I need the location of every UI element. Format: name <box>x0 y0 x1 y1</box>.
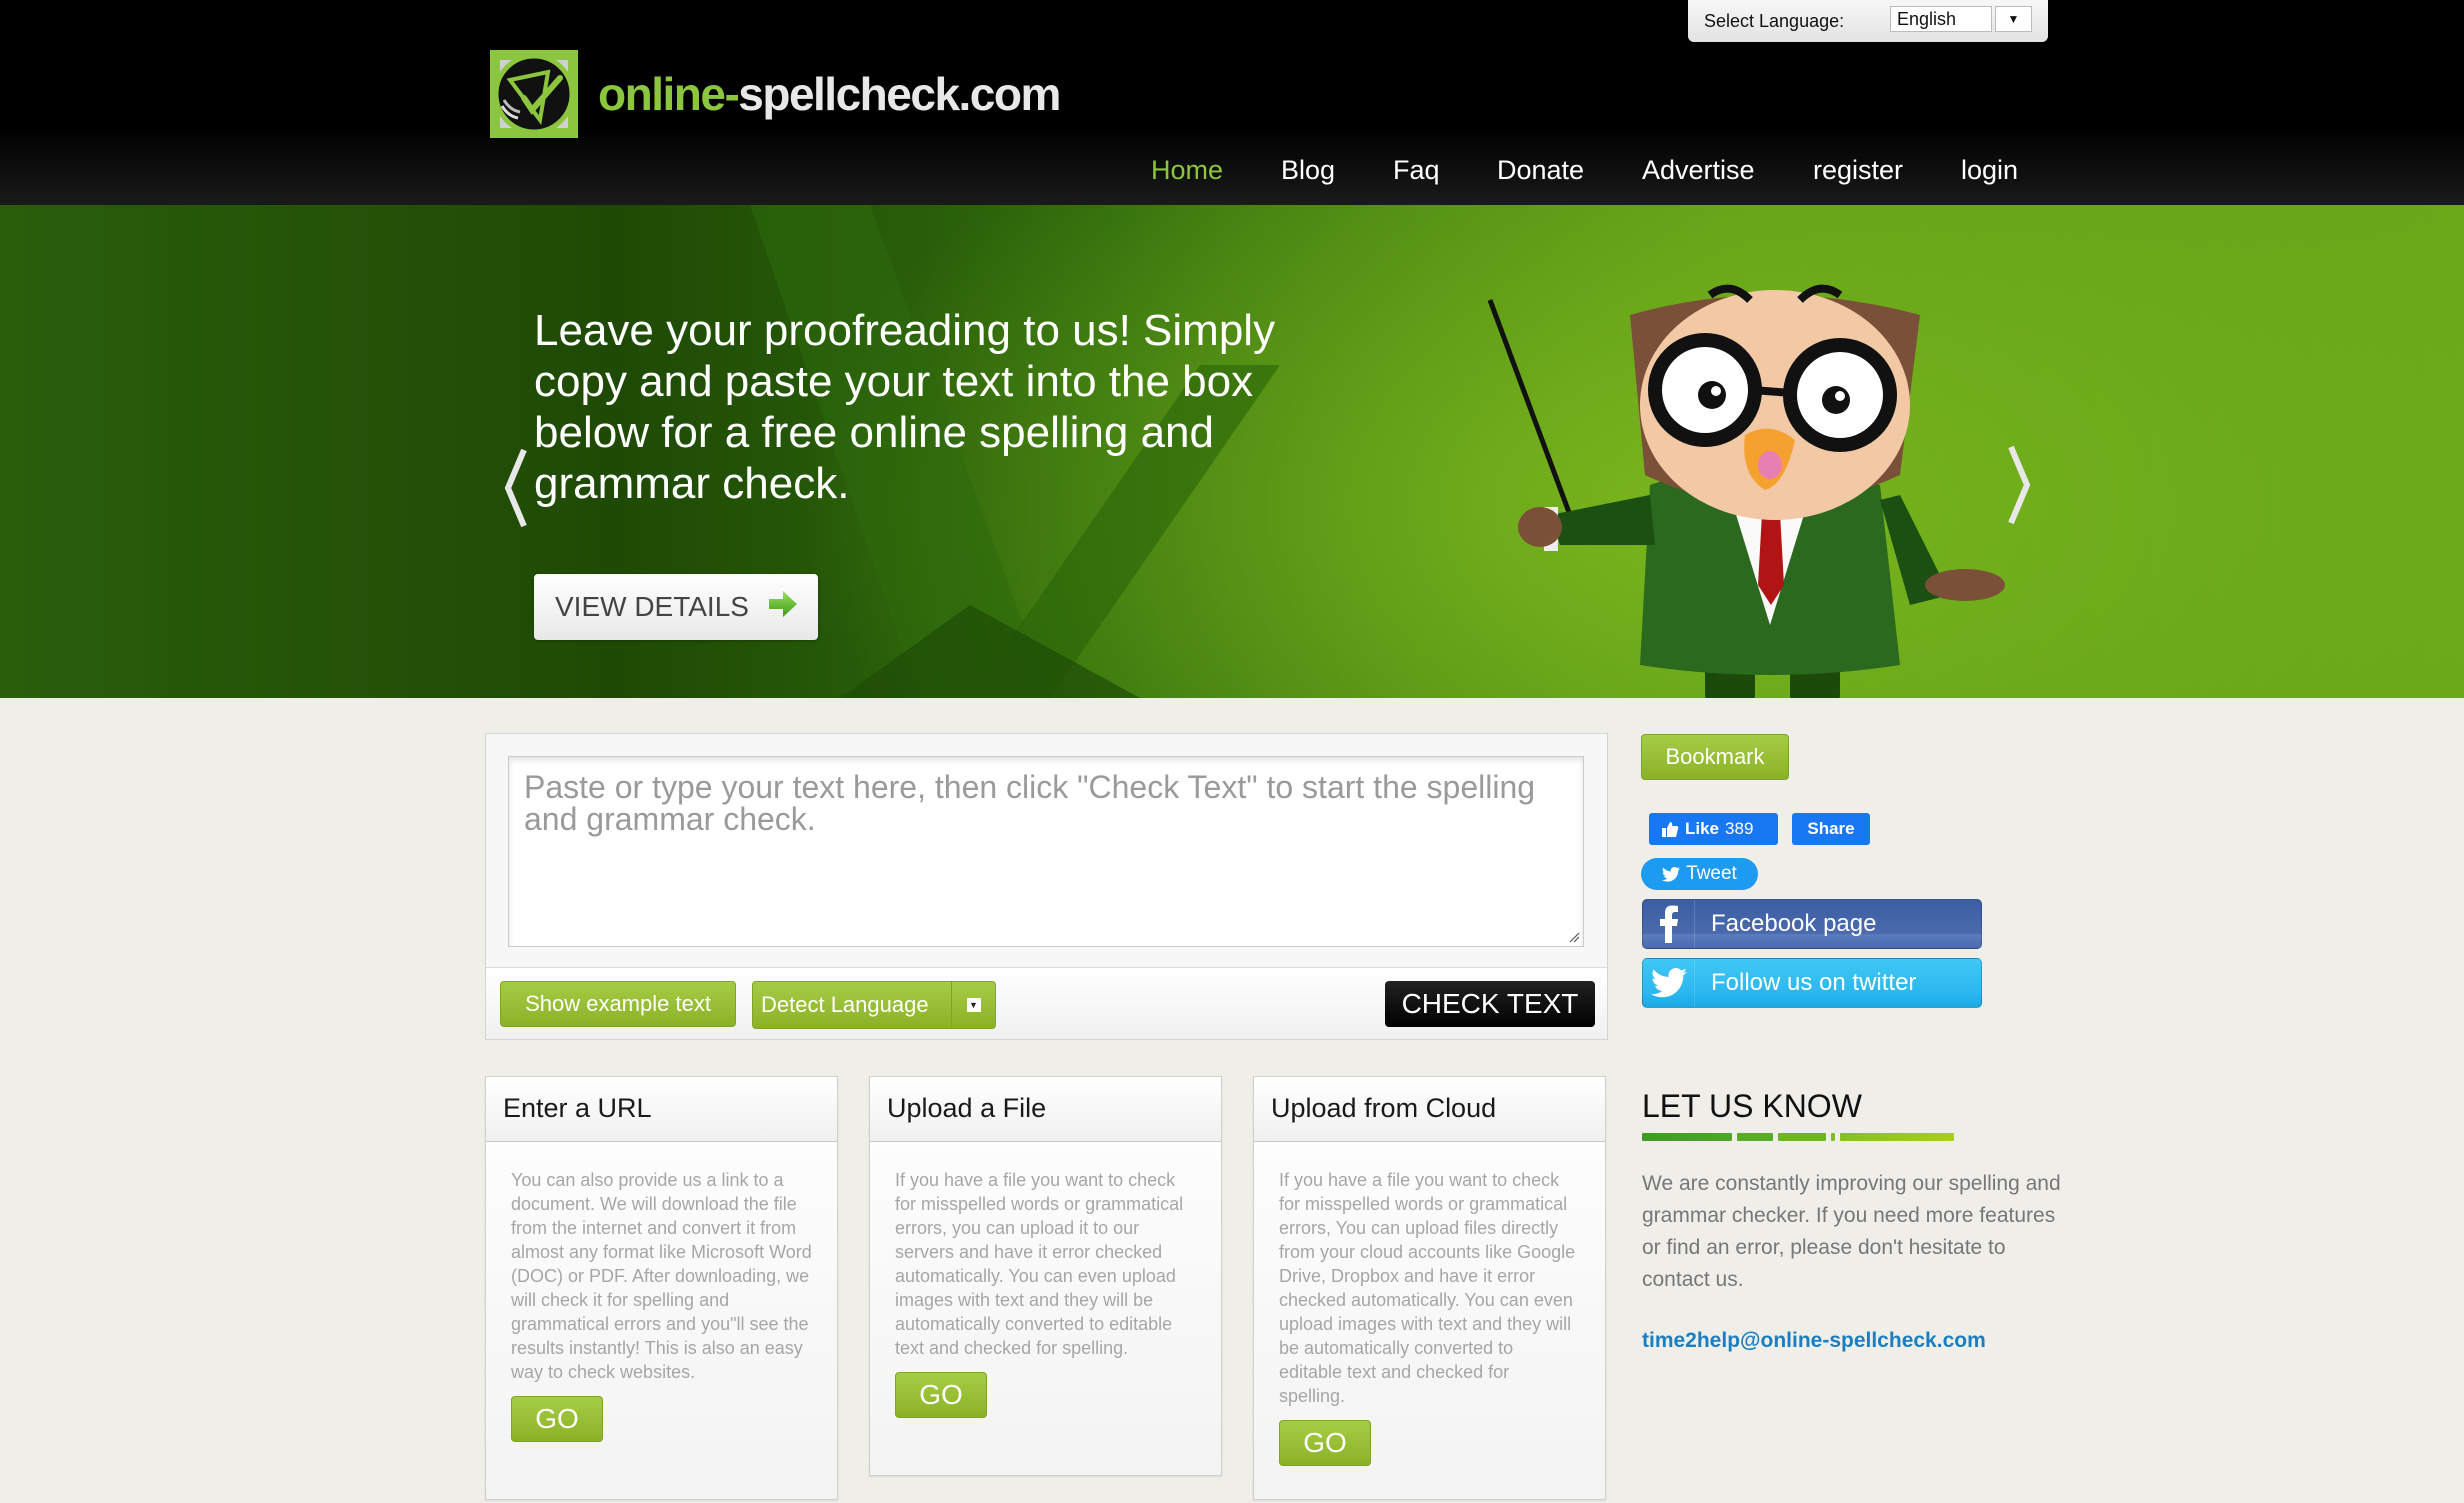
view-details-label: VIEW DETAILS <box>555 591 749 622</box>
language-select[interactable]: English ▼ <box>1890 6 2034 32</box>
nav-faq[interactable]: Faq <box>1393 155 1440 186</box>
let-us-know-text: We are constantly improving our spelling… <box>1642 1172 2061 1291</box>
twitter-follow-button[interactable]: Follow us on twitter <box>1642 958 1982 1008</box>
upload-file-card: Upload a File If you have a file you wan… <box>869 1076 1222 1476</box>
site-header: online-spellcheck.com Select Language: E… <box>0 0 2464 205</box>
hero-slider: Leave your proofreading to us! Simply co… <box>0 205 2464 698</box>
upload-cloud-card: Upload from Cloud If you have a file you… <box>1253 1076 1606 1500</box>
decorative-divider <box>1642 1133 2062 1141</box>
let-us-know-section: LET US KNOW We are constantly improving … <box>1642 1088 2062 1353</box>
tweet-button[interactable]: Tweet <box>1641 858 1758 890</box>
bookmark-button[interactable]: Bookmark <box>1641 734 1789 780</box>
card-title: Upload from Cloud <box>1254 1077 1605 1142</box>
nav-advertise[interactable]: Advertise <box>1642 155 1755 186</box>
facebook-like-button[interactable]: Like 389 <box>1649 813 1778 845</box>
card-title: Enter a URL <box>486 1077 837 1142</box>
nav-login[interactable]: login <box>1961 155 2018 186</box>
like-label: Like <box>1685 819 1720 838</box>
twitter-bird-icon <box>1662 866 1681 882</box>
resize-handle-icon[interactable] <box>1568 931 1580 943</box>
twitter-bird-icon <box>1643 959 1695 1007</box>
nav-donate[interactable]: Donate <box>1497 155 1584 186</box>
let-us-know-title: LET US KNOW <box>1642 1088 1862 1124</box>
facebook-page-button[interactable]: Facebook page <box>1642 899 1982 949</box>
facebook-page-label: Facebook page <box>1711 910 1877 937</box>
tweet-label: Tweet <box>1686 863 1737 884</box>
card-title: Upload a File <box>870 1077 1221 1142</box>
go-upload-button[interactable]: GO <box>895 1372 987 1418</box>
enter-url-card: Enter a URL You can also provide us a li… <box>485 1076 838 1500</box>
contact-email-link[interactable]: time2help@online-spellcheck.com <box>1642 1329 2062 1353</box>
card-description: If you have a file you want to check for… <box>895 1170 1184 1358</box>
facebook-f-icon <box>1643 900 1695 948</box>
chevron-left-icon[interactable] <box>500 448 530 528</box>
view-details-button[interactable]: VIEW DETAILS <box>534 574 818 640</box>
detect-language-select[interactable]: Detect Language ▼ <box>752 981 996 1029</box>
site-logo[interactable]: online-spellcheck.com <box>490 48 1061 140</box>
logo-text: online-spellcheck.com <box>598 68 1061 120</box>
language-selector-panel: Select Language: English ▼ <box>1688 0 2048 42</box>
language-select-value[interactable]: English <box>1890 6 1992 32</box>
triangle-down-icon[interactable]: ▼ <box>1995 6 2032 32</box>
checker-toolbar: Show example text Detect Language ▼ CHEC… <box>486 967 1607 1039</box>
dropdown-toggle[interactable]: ▼ <box>951 982 995 1028</box>
checkmark-document-logo-icon <box>490 50 578 138</box>
card-description: If you have a file you want to check for… <box>1279 1170 1576 1406</box>
spellcheck-panel: Show example text Detect Language ▼ CHEC… <box>485 733 1608 1040</box>
facebook-share-button[interactable]: Share <box>1792 813 1870 845</box>
go-cloud-button[interactable]: GO <box>1279 1420 1371 1466</box>
thumbs-up-icon <box>1662 822 1679 837</box>
check-text-button[interactable]: CHECK TEXT <box>1385 981 1595 1027</box>
hero-headline: Leave your proofreading to us! Simply co… <box>534 306 1276 508</box>
detect-language-value: Detect Language <box>761 992 929 1017</box>
nav-home[interactable]: Home <box>1151 155 1223 186</box>
arrow-right-icon <box>767 588 799 627</box>
text-input[interactable] <box>509 757 1583 946</box>
like-count: 389 <box>1725 819 1754 838</box>
twitter-follow-label: Follow us on twitter <box>1711 969 1917 996</box>
go-url-button[interactable]: GO <box>511 1396 603 1442</box>
nav-blog[interactable]: Blog <box>1281 155 1335 186</box>
nav-register[interactable]: register <box>1813 155 1903 186</box>
chevron-right-icon[interactable] <box>2005 445 2035 525</box>
show-example-button[interactable]: Show example text <box>500 981 736 1027</box>
language-selector-label: Select Language: <box>1704 10 1845 31</box>
triangle-down-icon: ▼ <box>966 998 981 1012</box>
card-description: You can also provide us a link to a docu… <box>511 1170 812 1382</box>
owl-teacher-mascot <box>1487 284 2005 698</box>
text-input-wrapper <box>508 756 1584 947</box>
